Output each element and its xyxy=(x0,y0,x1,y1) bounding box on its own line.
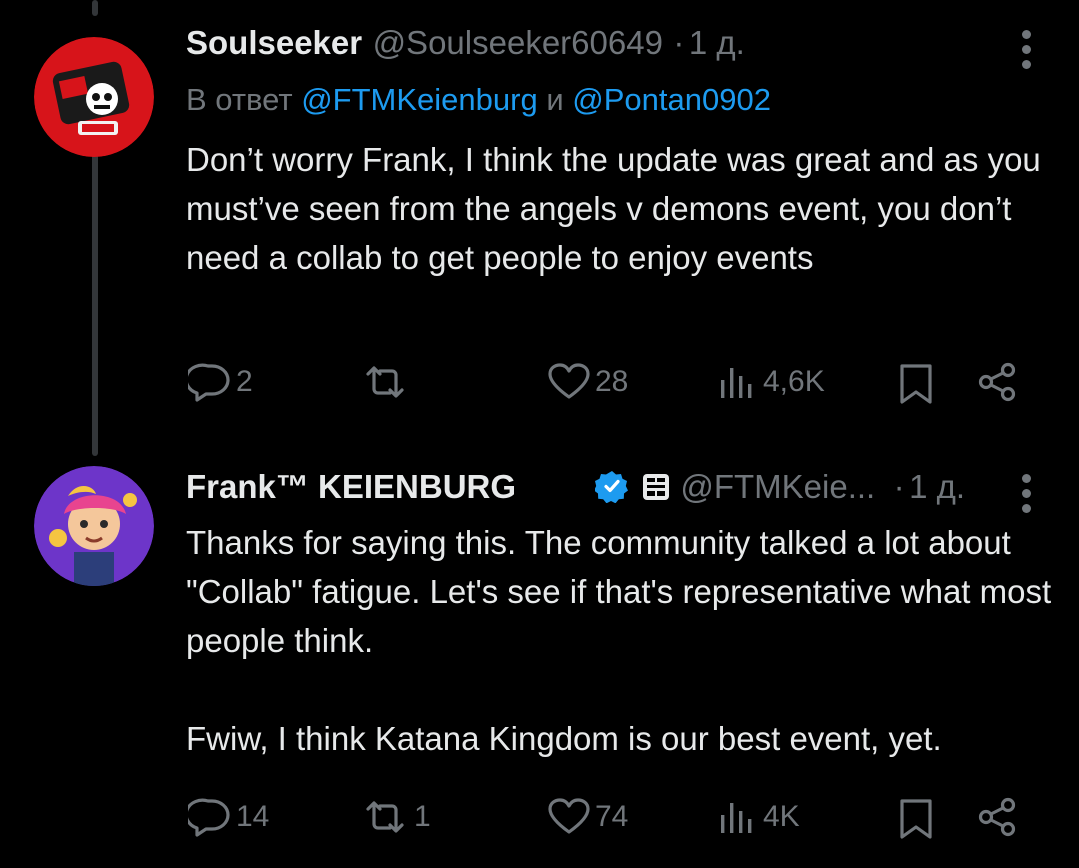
share-icon xyxy=(978,797,1016,837)
avatar-frank-image xyxy=(34,466,154,586)
more-options-button[interactable] xyxy=(1019,30,1033,75)
views-icon xyxy=(721,803,752,833)
author-name[interactable]: Soulseeker xyxy=(186,24,362,61)
retweet-count: 1 xyxy=(414,800,431,833)
views-button[interactable]: 4K xyxy=(715,797,800,837)
tweet-header: Soulseeker @Soulseeker60649 · 1 д. xyxy=(186,24,745,62)
reply-prefix: В ответ xyxy=(186,82,293,117)
share-button[interactable] xyxy=(976,362,1020,402)
retweet-icon xyxy=(366,801,404,833)
views-button[interactable]: 4,6K xyxy=(715,362,825,402)
like-button[interactable]: 74 xyxy=(547,797,628,837)
tweet-text: Thanks for saying this. The community ta… xyxy=(186,518,1056,763)
more-icon xyxy=(1021,474,1031,483)
separator-dot: · xyxy=(673,24,685,61)
retweet-button[interactable]: 1 xyxy=(360,797,431,837)
author-handle[interactable]: @FTMKeie... xyxy=(680,468,875,505)
separator-dot: · xyxy=(893,468,905,505)
tweet-text-paragraph-2: Fwiw, I think Katana Kingdom is our best… xyxy=(186,720,942,757)
more-options-button[interactable] xyxy=(1019,474,1033,519)
thread-line-connector xyxy=(92,148,98,456)
like-icon xyxy=(548,798,590,834)
views-count: 4K xyxy=(763,800,800,833)
like-count: 28 xyxy=(595,365,629,398)
reply-to-line: В ответ @FTMKeienburg и @Pontan0902 xyxy=(186,82,771,118)
author-name[interactable]: Frank™ KEIENBURG xyxy=(186,468,591,506)
share-icon xyxy=(978,362,1016,402)
bookmark-icon xyxy=(900,364,932,404)
affiliate-badge-icon[interactable] xyxy=(642,473,670,506)
bookmark-button[interactable] xyxy=(896,797,936,841)
retweet-icon xyxy=(366,366,404,398)
tweet-timestamp[interactable]: 1 д. xyxy=(689,24,745,61)
reply-count: 14 xyxy=(236,800,270,833)
tweet-timestamp[interactable]: 1 д. xyxy=(909,468,965,505)
avatar-frank[interactable] xyxy=(34,466,154,586)
mention-link-2[interactable]: @Pontan0902 xyxy=(572,82,771,117)
reply-icon xyxy=(188,363,230,402)
share-button[interactable] xyxy=(976,797,1020,837)
tweet-text-paragraph: Don’t worry Frank, I think the update wa… xyxy=(186,141,1041,276)
views-count: 4,6K xyxy=(763,365,825,398)
tweet-text-paragraph-1: Thanks for saying this. The community ta… xyxy=(186,524,1052,659)
reply-button[interactable]: 2 xyxy=(188,362,253,402)
retweet-button[interactable] xyxy=(360,362,414,402)
reply-icon xyxy=(188,798,230,837)
reply-count: 2 xyxy=(236,365,253,398)
bookmark-button[interactable] xyxy=(896,362,936,406)
tweet-text: Don’t worry Frank, I think the update wa… xyxy=(186,135,1056,282)
avatar-soulseeker[interactable] xyxy=(34,37,154,157)
author-handle[interactable]: @Soulseeker60649 xyxy=(373,24,663,61)
reply-button[interactable]: 14 xyxy=(188,797,269,837)
like-count: 74 xyxy=(595,800,629,833)
bookmark-icon xyxy=(900,799,932,839)
views-icon xyxy=(721,368,752,398)
tweet-header: Frank™ KEIENBURG @FTMKeie... · 1 д. xyxy=(186,468,965,508)
like-button[interactable]: 28 xyxy=(547,362,628,402)
more-icon xyxy=(1021,30,1031,39)
mention-link-1[interactable]: @FTMKeienburg xyxy=(301,82,538,117)
verified-badge-icon[interactable] xyxy=(594,469,629,508)
thread-line-top xyxy=(92,0,98,16)
like-icon xyxy=(548,363,590,399)
reply-conjunction: и xyxy=(546,82,564,117)
avatar-soulseeker-image xyxy=(34,37,154,157)
